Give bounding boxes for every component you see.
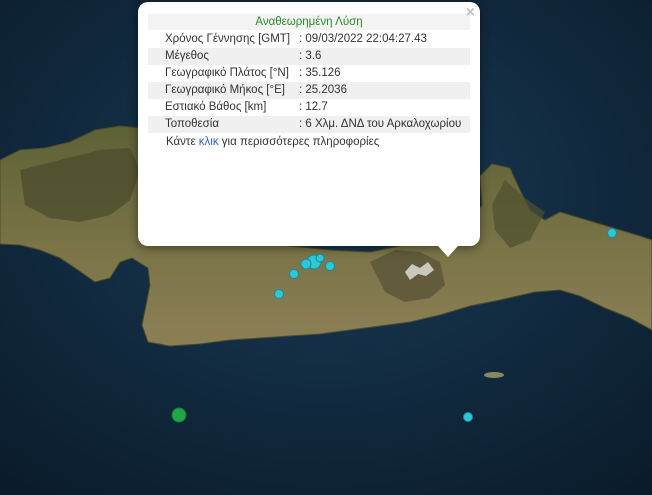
row-label: Μέγεθος	[148, 48, 296, 65]
earthquake-marker-icon[interactable]	[274, 289, 284, 299]
earthquake-marker-icon[interactable]	[463, 412, 473, 422]
row-value: : 6 Χλμ. ΔΝΔ του Αρκαλοχωρίου	[296, 116, 470, 133]
row-value: : 12.7	[299, 101, 328, 113]
islet	[484, 372, 504, 378]
row-value: : 35.126	[299, 67, 341, 79]
row-label: Χρόνος Γέννησης [GMT]	[165, 33, 291, 45]
earthquake-marker-icon[interactable]	[315, 253, 325, 263]
table-row: Τοποθεσία : 6 Χλμ. ΔΝΔ του Αρκαλοχωρίου	[148, 116, 470, 133]
more-suffix: για περισσότερες πληροφορίες	[218, 136, 380, 148]
row-label: Γεωγραφικό Πλάτος [°N]	[165, 67, 289, 79]
row-value: : 09/03/2022 22:04:27.43	[299, 33, 427, 45]
row-label: Εστιακό Βάθος [km]	[165, 101, 267, 113]
earthquake-marker-icon[interactable]	[171, 407, 187, 423]
more-info-line: Κάντε κλικ για περισσότερες πληροφορίες	[148, 136, 470, 148]
earthquake-marker-icon[interactable]	[289, 269, 299, 279]
row-label: Τοποθεσία	[148, 116, 296, 133]
earthquake-info-popup: × Αναθεωρημένη Λύση Χρόνος Γέννησης [GMT…	[138, 2, 480, 257]
more-info-link[interactable]: κλικ	[199, 136, 219, 148]
row-label: Γεωγραφικό Μήκος [°E]	[148, 82, 296, 99]
table-row: Εστιακό Βάθος [km] : 12.7	[148, 99, 470, 116]
close-icon[interactable]: ×	[466, 4, 475, 22]
table-row: Γεωγραφικό Μήκος [°E] : 25.2036	[148, 82, 470, 99]
table-row: Γεωγραφικό Πλάτος [°N] : 35.126	[148, 65, 470, 82]
row-value: : 25.2036	[296, 82, 470, 99]
table-row: Μέγεθος : 3.6	[148, 48, 470, 65]
popup-title: Αναθεωρημένη Λύση	[148, 14, 470, 30]
earthquake-marker-icon[interactable]	[607, 228, 617, 238]
more-prefix: Κάντε	[166, 136, 199, 148]
popup-pointer	[438, 246, 458, 257]
table-row: Χρόνος Γέννησης [GMT] : 09/03/2022 22:04…	[148, 31, 470, 48]
earthquake-marker-icon[interactable]	[300, 258, 312, 270]
row-value: : 3.6	[296, 48, 470, 65]
info-table: Χρόνος Γέννησης [GMT] : 09/03/2022 22:04…	[148, 31, 470, 133]
earthquake-marker-icon[interactable]	[325, 261, 335, 271]
